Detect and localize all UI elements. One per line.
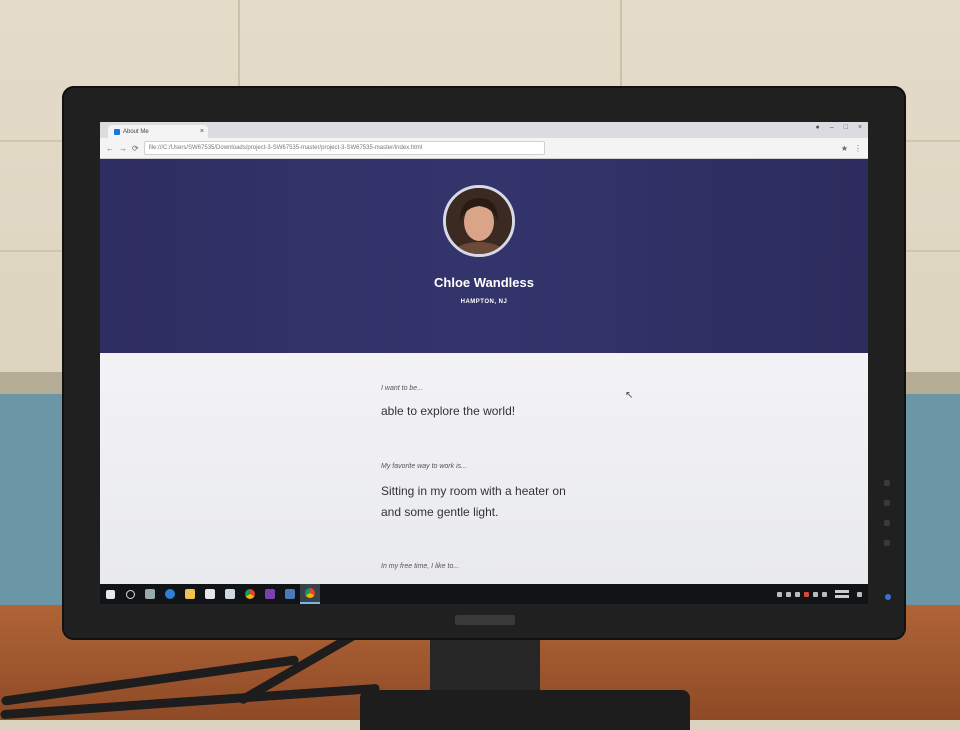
monitor-base [360, 690, 690, 730]
dell-logo [455, 615, 515, 625]
monitor-screen: About Me × ● – □ × ← → ⟳ file:///C:/User… [100, 122, 868, 604]
volume-icon[interactable] [822, 591, 827, 597]
monitor-buttons [884, 480, 892, 560]
reload-icon[interactable]: ⟳ [132, 144, 139, 153]
windows-start-icon[interactable] [100, 584, 120, 604]
mouse-cursor-icon: ↖ [625, 390, 634, 401]
task-view-icon[interactable] [140, 584, 160, 604]
folder-icon[interactable] [180, 584, 200, 604]
profile-header: Chloe Wandless HAMPTON, NJ [100, 159, 868, 353]
chrome-icon[interactable] [240, 584, 260, 604]
minimize-icon[interactable]: – [830, 124, 834, 131]
store-icon[interactable] [200, 584, 220, 604]
back-icon[interactable]: ← [106, 144, 114, 153]
monitor-button[interactable] [884, 480, 890, 486]
network-icon[interactable] [813, 591, 818, 597]
chrome-icon[interactable] [300, 584, 320, 604]
edge-icon[interactable] [160, 584, 180, 604]
tab-title: About Me [123, 128, 149, 135]
section-answer: and some gentle light. [381, 505, 499, 519]
address-bar[interactable]: file:///C:/Users/SW67535/Downloads/proje… [143, 141, 545, 155]
calculator-icon[interactable] [280, 584, 300, 604]
tab-close-icon[interactable]: × [200, 128, 204, 135]
monitor-button[interactable] [884, 520, 890, 526]
system-tray [777, 590, 868, 598]
profile-name: Chloe Wandless [434, 275, 534, 290]
monitor-button[interactable] [884, 540, 890, 546]
profile-icon[interactable]: ● [816, 124, 820, 131]
tray-icon[interactable] [804, 591, 809, 597]
avatar [443, 185, 515, 257]
pen-icon[interactable] [777, 591, 782, 597]
search-icon[interactable] [120, 584, 140, 604]
power-led-icon[interactable] [885, 594, 891, 600]
section-answer: able to explore the world! [381, 404, 516, 418]
close-window-icon[interactable]: × [858, 124, 862, 131]
section-prompt: I want to be... [381, 385, 424, 392]
portrait-photo [446, 188, 512, 254]
tray-icon[interactable] [795, 591, 800, 597]
clock[interactable] [835, 590, 849, 598]
maximize-icon[interactable]: □ [844, 124, 848, 131]
browser-tab[interactable]: About Me × [108, 125, 208, 138]
section-prompt: My favorite way to work is... [381, 463, 467, 470]
about-content: I want to be... able to explore the worl… [100, 353, 868, 585]
browser-toolbar: ← → ⟳ file:///C:/Users/SW67535/Downloads… [100, 138, 868, 159]
web-page: Chloe Wandless HAMPTON, NJ I want to be.… [100, 159, 868, 585]
forward-icon[interactable]: → [119, 144, 127, 153]
section-answer: Sitting in my room with a heater on [381, 484, 566, 498]
profile-location: HAMPTON, NJ [460, 299, 508, 305]
taskbar [100, 584, 868, 604]
window-controls: ● – □ × [816, 124, 862, 131]
onenote-icon[interactable] [260, 584, 280, 604]
monitor-button[interactable] [884, 500, 890, 506]
browser-tab-strip: About Me × ● – □ × [100, 122, 868, 138]
mail-icon[interactable] [220, 584, 240, 604]
toolbar-right: ★ ⋮ [841, 144, 862, 153]
tab-favicon-icon [114, 128, 120, 135]
clock-time [835, 590, 849, 593]
section-prompt: In my free time, I like to... [381, 563, 460, 570]
menu-icon[interactable]: ⋮ [854, 144, 862, 153]
clock-date [835, 595, 849, 598]
chevron-up-icon[interactable] [786, 591, 791, 597]
notifications-icon[interactable] [857, 591, 862, 597]
bookmark-star-icon[interactable]: ★ [841, 144, 848, 153]
